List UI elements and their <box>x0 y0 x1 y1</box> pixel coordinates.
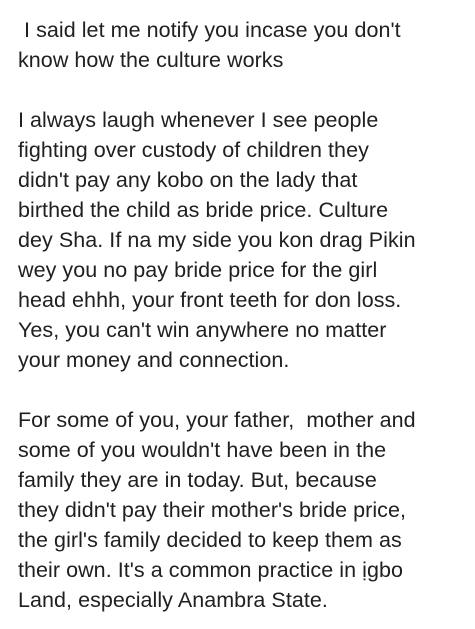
text-line: fighting over custody of children they <box>18 138 369 162</box>
text-line: head ehhh, your front teeth for don loss… <box>18 288 402 312</box>
text-line: some of you wouldn't have been in the <box>18 438 387 462</box>
paragraph-practice: For some of you, your father, mother and… <box>18 405 475 615</box>
text-line: your money and connection. <box>18 348 290 372</box>
text-line: the girl's family decided to keep them a… <box>18 528 402 552</box>
paragraph-intro: I said let me notify you incase you don'… <box>18 15 475 75</box>
text-line: For some of you, your father, mother and <box>18 408 416 432</box>
text-line: their own. It's a common practice in ịgb… <box>18 558 403 582</box>
text-line: know how the culture works <box>18 48 284 72</box>
text-line: I said let me notify you incase you don'… <box>18 18 401 42</box>
text-line: wey you no pay bride price for the girl <box>18 258 378 282</box>
text-line: dey Sha. If na my side you kon drag Piki… <box>18 228 416 252</box>
text-line: didn't pay any kobo on the lady that <box>18 168 358 192</box>
text-line: family they are in today. But, because <box>18 468 377 492</box>
post-text: I said let me notify you incase you don'… <box>0 0 475 629</box>
text-line: they didn't pay their mother's bride pri… <box>18 498 406 522</box>
text-line: I always laugh whenever I see people <box>18 108 379 132</box>
text-line: Yes, you can't win anywhere no matter <box>18 318 387 342</box>
paragraph-custody: I always laugh whenever I see people fig… <box>18 105 475 375</box>
text-line: birthed the child as bride price. Cultur… <box>18 198 389 222</box>
text-line: Land, especially Anambra State. <box>18 588 328 612</box>
